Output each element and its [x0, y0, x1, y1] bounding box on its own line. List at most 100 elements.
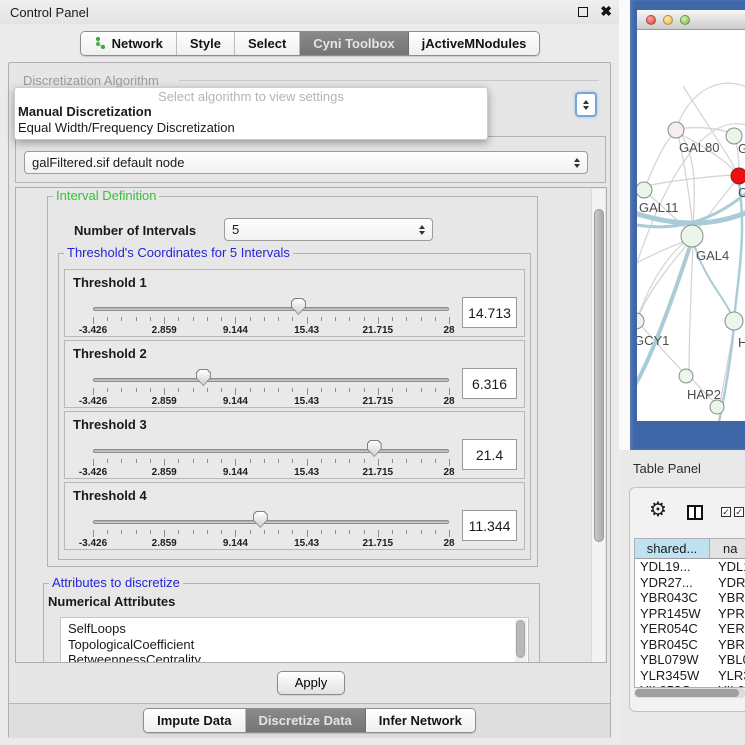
slider-track[interactable] — [93, 449, 449, 453]
tab-select[interactable]: Select — [235, 32, 300, 55]
slider-thumb[interactable] — [367, 440, 382, 457]
table-row[interactable]: YBR043CYBR0 — [635, 590, 745, 606]
column-header-shared-name[interactable]: shared... — [635, 539, 710, 558]
table-row[interactable]: YBL079WYBL0 — [635, 652, 745, 668]
slider-tick — [264, 459, 265, 463]
attribute-list-item[interactable]: BetweennessCentrality — [68, 652, 528, 663]
cell-name[interactable]: YBR0 — [710, 637, 745, 653]
table-horizontal-scrollbar-thumb[interactable] — [635, 689, 739, 697]
slider-tick — [221, 317, 222, 321]
table-row[interactable]: YER054CYER0 — [635, 621, 745, 637]
network-window-titlebar[interactable] — [637, 10, 745, 30]
attributes-list-scrollbar-thumb[interactable] — [516, 620, 525, 658]
spinner-arrows-icon — [574, 158, 580, 168]
cell-shared-name[interactable]: YER054C — [635, 621, 710, 637]
cell-shared-name[interactable]: YLR345W — [635, 668, 710, 684]
threshold-value-field[interactable]: 14.713 — [462, 297, 517, 328]
cell-shared-name[interactable]: YDL19... — [635, 559, 710, 575]
threshold-value-field[interactable]: 21.4 — [462, 439, 517, 470]
float-window-icon[interactable] — [578, 7, 588, 17]
cell-name[interactable]: YDL1 — [710, 559, 745, 575]
bottom-tab-discretize-data[interactable]: Discretize Data — [246, 709, 366, 732]
node-attribute-table[interactable]: shared... na YDL19...YDL1YDR27...YDR2YBR… — [634, 538, 745, 688]
apply-button[interactable]: Apply — [277, 671, 345, 695]
checkbox-icon: ✓ — [721, 507, 731, 517]
table-row[interactable]: YLR345WYLR3 — [635, 668, 745, 684]
network-canvas[interactable]: GAL80GACGAL11GAL4GCY1HHAP2 — [637, 30, 745, 421]
slider-tick — [235, 459, 236, 466]
cell-shared-name[interactable]: YBL079W — [635, 652, 710, 668]
cell-name[interactable]: YER0 — [710, 621, 745, 637]
panel-vertical-scrollbar[interactable] — [591, 189, 605, 662]
zoom-traffic-light-icon[interactable] — [680, 15, 690, 25]
network-node-label: GA — [738, 141, 745, 156]
network-node-hap2[interactable] — [679, 369, 693, 383]
cell-shared-name[interactable]: YPR145W — [635, 606, 710, 622]
tab-style[interactable]: Style — [177, 32, 235, 55]
network-node-gal80[interactable] — [668, 122, 684, 138]
slider-thumb[interactable] — [253, 511, 268, 528]
attribute-list-item[interactable]: SelfLoops — [68, 621, 528, 637]
bottom-tab-impute-data[interactable]: Impute Data — [144, 709, 245, 732]
network-graph[interactable]: GAL80GACGAL11GAL4GCY1HHAP2 — [637, 30, 745, 421]
column-header-name[interactable]: na — [710, 539, 745, 558]
cell-shared-name[interactable]: YBR043C — [635, 590, 710, 606]
cell-name[interactable]: YBR0 — [710, 590, 745, 606]
select-columns-icon[interactable]: ✓ ✓ — [721, 507, 744, 517]
tab-jactivemnodules[interactable]: jActiveMNodules — [409, 32, 540, 55]
slider-thumb[interactable] — [196, 369, 211, 386]
table-data-group: Table Data galFiltered.sif default node — [15, 136, 606, 183]
slider-tick — [378, 459, 379, 466]
network-node-c[interactable] — [731, 168, 745, 184]
network-node[interactable] — [710, 400, 724, 414]
cell-name[interactable]: YPR1 — [710, 606, 745, 622]
slider-tick — [278, 459, 279, 463]
slider-track[interactable] — [93, 378, 449, 382]
cell-name[interactable]: YLR3 — [710, 668, 745, 684]
panel-vertical-scrollbar-thumb[interactable] — [594, 209, 604, 542]
slider-tick — [178, 317, 179, 321]
cell-name[interactable]: YBL0 — [710, 652, 745, 668]
threshold-value-field[interactable]: 11.344 — [462, 510, 517, 541]
tab-label: Select — [248, 36, 286, 51]
minimize-traffic-light-icon[interactable] — [663, 15, 673, 25]
numerical-attributes-heading: Numerical Attributes — [48, 594, 175, 609]
numerical-attributes-list[interactable]: SelfLoopsTopologicalCoefficientBetweenne… — [60, 617, 529, 663]
cell-shared-name[interactable]: YBR045C — [635, 637, 710, 653]
bottom-tab-label: Impute Data — [157, 713, 231, 728]
cell-name[interactable]: YDR2 — [710, 575, 745, 591]
slider-tick — [164, 388, 165, 395]
close-icon[interactable]: ✖ — [600, 3, 612, 20]
table-row[interactable]: YDL19...YDL1 — [635, 559, 745, 575]
attribute-list-item[interactable]: TopologicalCoefficient — [68, 637, 528, 653]
algorithm-option-manual[interactable]: Manual Discretization — [15, 104, 487, 120]
algorithm-combobox-fragment[interactable] — [575, 92, 597, 117]
network-node-h[interactable] — [725, 312, 743, 330]
gear-icon[interactable]: ⚙ — [649, 500, 667, 520]
tab-network[interactable]: Network — [81, 32, 177, 55]
attributes-list-scrollbar[interactable] — [515, 619, 527, 663]
table-data-combobox[interactable]: galFiltered.sif default node — [24, 151, 588, 174]
network-node-gal4[interactable] — [681, 225, 703, 247]
algorithm-option-equal-width[interactable]: Equal Width/Frequency Discretization — [15, 120, 487, 136]
slider-tick — [250, 388, 251, 392]
table-header-row: shared... na — [635, 539, 745, 559]
slider-track[interactable] — [93, 520, 449, 524]
close-traffic-light-icon[interactable] — [646, 15, 656, 25]
tab-cyni-toolbox[interactable]: Cyni Toolbox — [300, 32, 408, 55]
columns-icon[interactable] — [687, 505, 703, 520]
table-row[interactable]: YPR145WYPR1 — [635, 606, 745, 622]
table-row[interactable]: YDR27...YDR2 — [635, 575, 745, 591]
bottom-tab-infer-network[interactable]: Infer Network — [366, 709, 475, 732]
slider-track[interactable] — [93, 307, 449, 311]
network-node-gal11[interactable] — [637, 182, 652, 198]
table-row[interactable]: YBR045CYBR0 — [635, 637, 745, 653]
slider-tick — [406, 530, 407, 534]
slider-thumb[interactable] — [291, 298, 306, 315]
cell-shared-name[interactable]: YDR27... — [635, 575, 710, 591]
threshold-value-field[interactable]: 6.316 — [462, 368, 517, 399]
table-horizontal-scrollbar[interactable] — [634, 688, 745, 698]
algorithm-dropdown-popup: Select algorithm to view settings Manual… — [14, 87, 488, 140]
threshold-coordinates-title: Threshold's Coordinates for 5 Intervals — [64, 246, 293, 260]
number-of-intervals-combobox[interactable]: 5 — [224, 218, 433, 241]
